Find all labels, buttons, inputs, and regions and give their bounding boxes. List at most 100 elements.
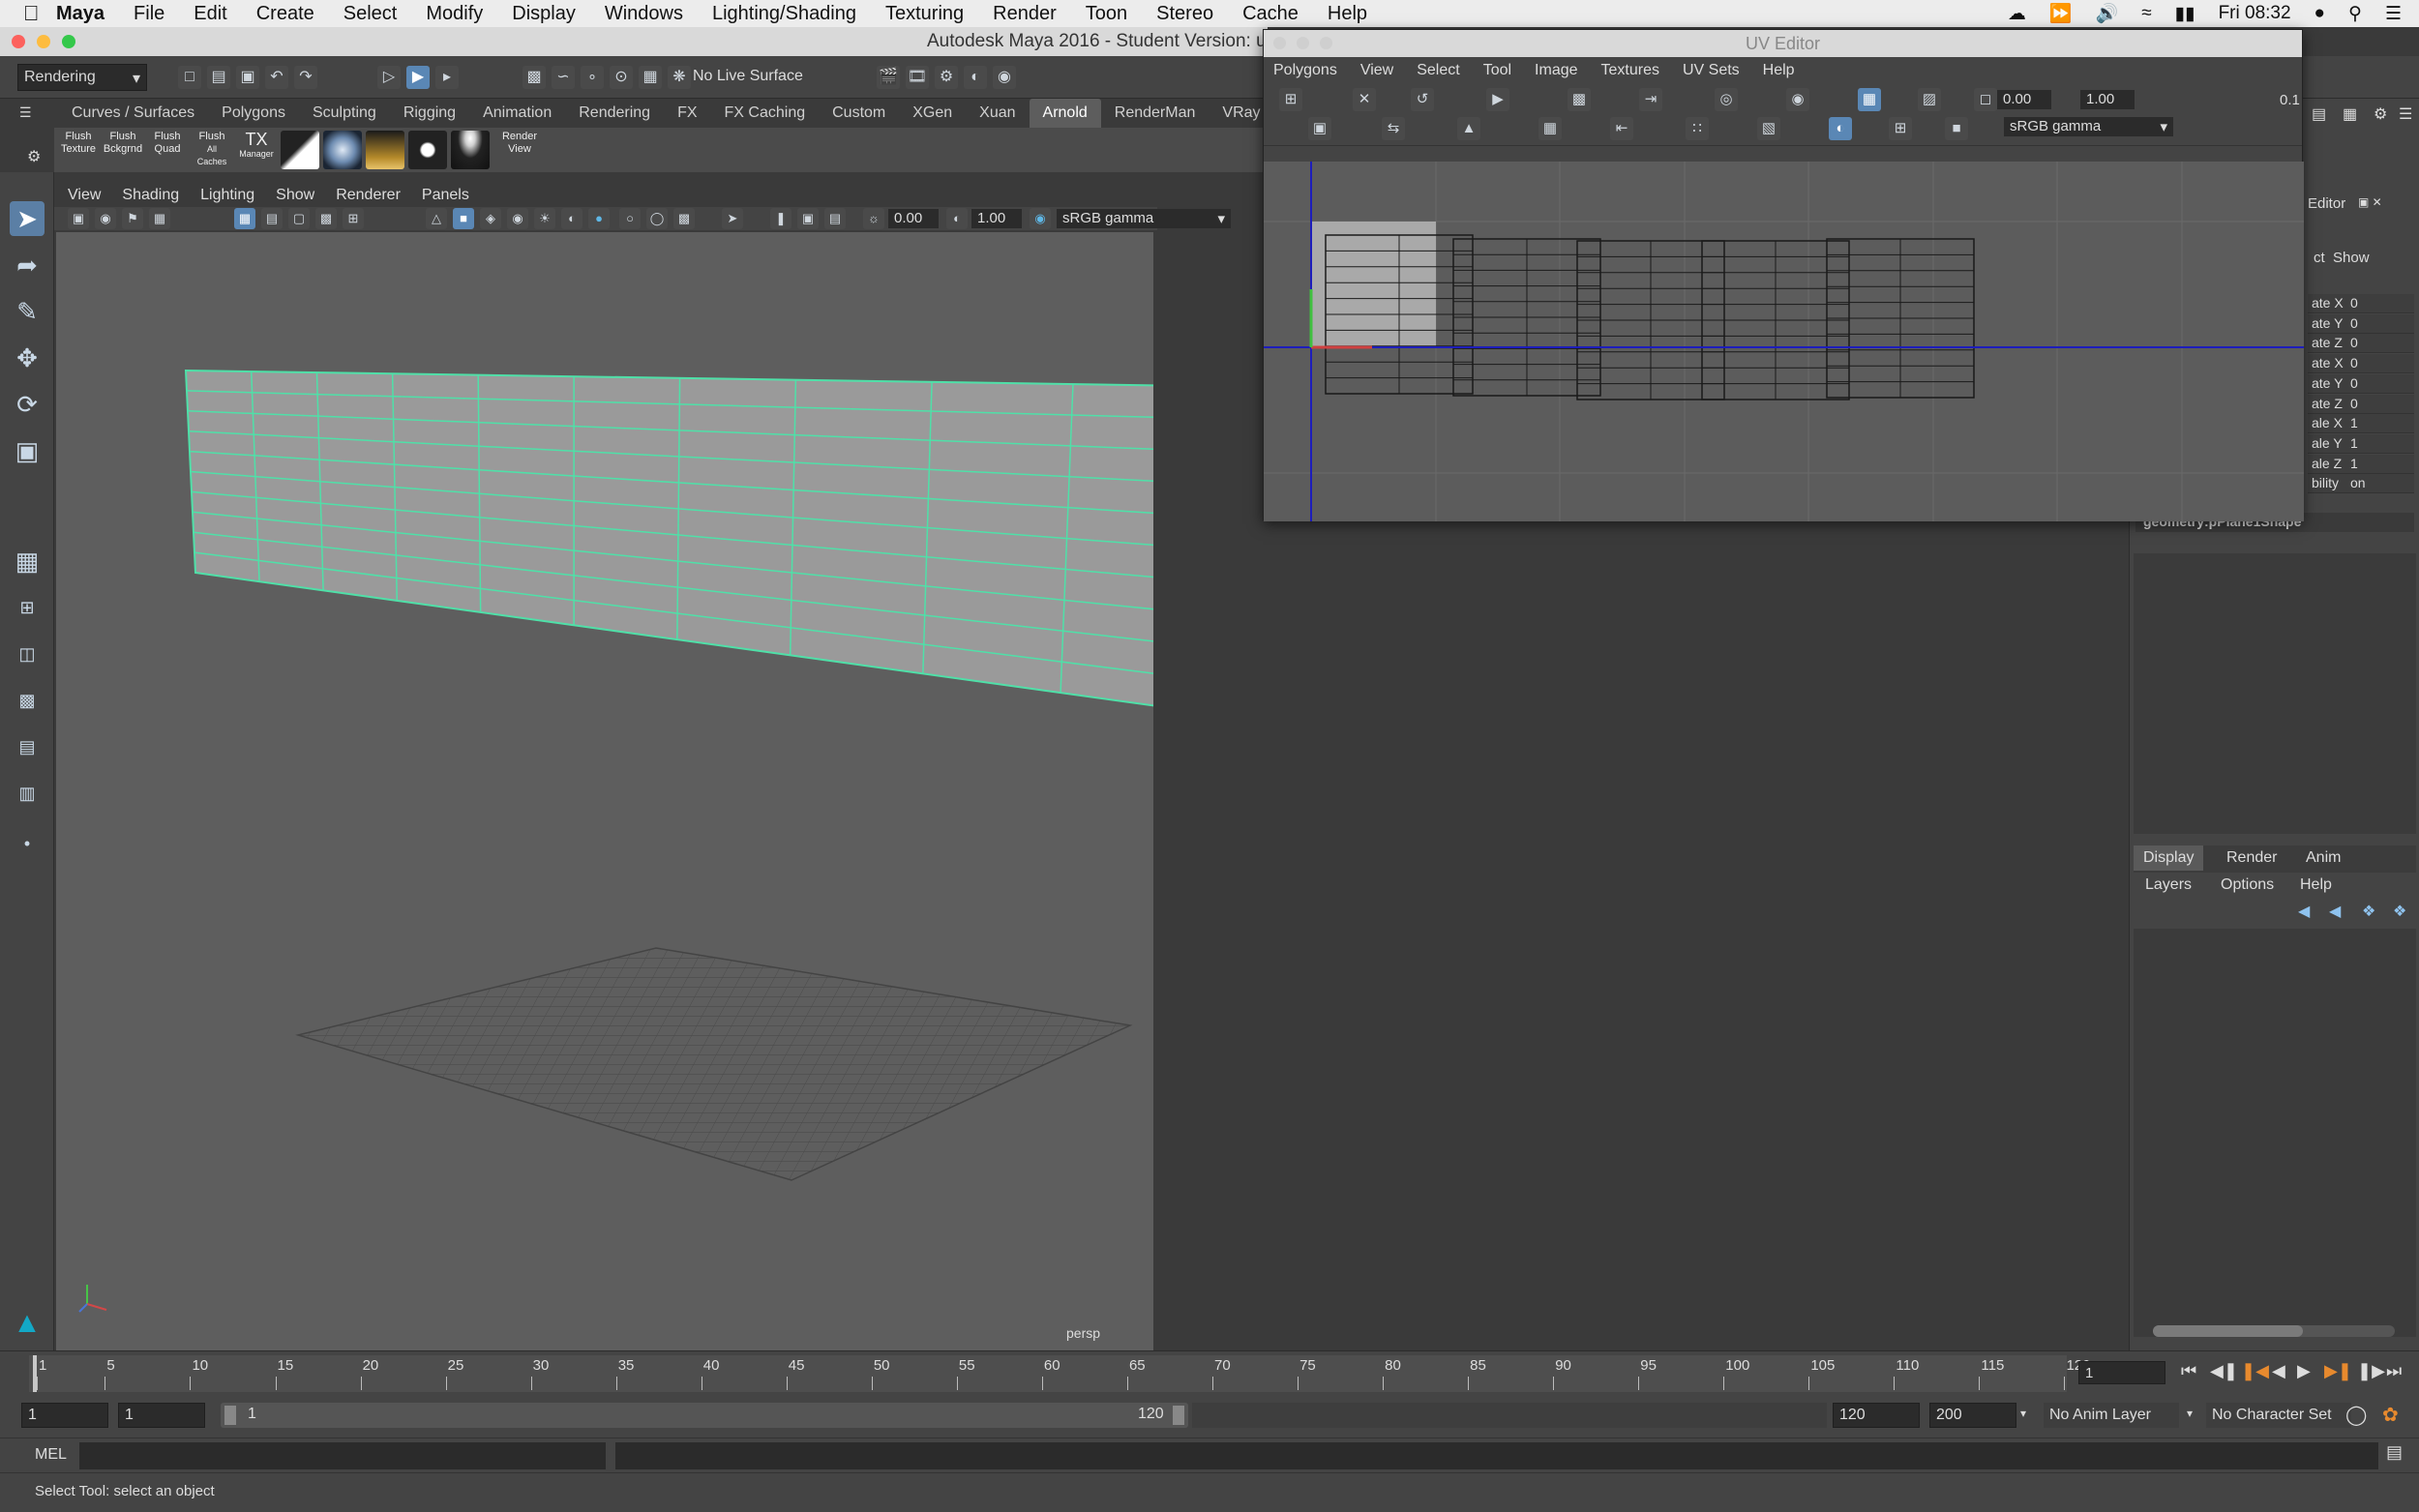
viewport-menu-view[interactable]: View [68, 187, 101, 204]
snap-curve-icon[interactable]: ∽ [552, 66, 575, 89]
uv-exposure-field[interactable]: 0.00 [1997, 90, 2051, 109]
channel-value[interactable]: 1 [2350, 456, 2358, 471]
menu-set-select[interactable]: Rendering ▾ [17, 64, 147, 91]
uv-menu-view[interactable]: View [1360, 62, 1393, 79]
uv-shaded-icon[interactable]: ▨ [1918, 88, 1941, 111]
channel-row[interactable]: ate Y 0 [2308, 373, 2414, 394]
uv-optimize-icon[interactable]: ◎ [1715, 88, 1738, 111]
use-all-lights-icon[interactable]: ☀ [534, 208, 555, 229]
color-management-icon[interactable]: ◉ [1030, 208, 1051, 229]
channel-value[interactable]: 0 [2350, 375, 2358, 391]
single-view-layout-icon[interactable]: ▦ [10, 544, 45, 578]
uv-menu-tool[interactable]: Tool [1483, 62, 1511, 79]
uv-close-button[interactable] [1273, 37, 1286, 49]
uv-menu-textures[interactable]: Textures [1601, 62, 1659, 79]
shelf-physical-sky-icon[interactable] [366, 131, 404, 169]
uv-zoom-button[interactable] [1320, 37, 1332, 49]
uv-align-min-u-icon[interactable]: ⇤ [1610, 117, 1633, 140]
chevron-down-icon[interactable]: ▾ [2020, 1407, 2026, 1420]
go-to-end-icon[interactable]: ⏭ [2386, 1361, 2402, 1381]
shelf-tab-sculpting[interactable]: Sculpting [299, 99, 390, 128]
uv-flip-u-icon[interactable]: ▲ [1457, 117, 1480, 140]
layer-menu-options[interactable]: Options [2221, 876, 2274, 894]
hud-icon[interactable]: ▤ [824, 208, 846, 229]
uv-grid-icon[interactable]: ▩ [1568, 88, 1591, 111]
attribute-editor-toggle-icon[interactable]: ▦ [2343, 104, 2357, 124]
channel-box-menu-show[interactable]: Show [2333, 250, 2370, 266]
select-hierarchy-icon[interactable]: ▷ [377, 66, 401, 89]
snap-point-icon[interactable]: ∘ [581, 66, 604, 89]
select-component-icon[interactable]: ▸ [435, 66, 459, 89]
viewport-menu-panels[interactable]: Panels [422, 187, 469, 204]
xray-joints-icon[interactable]: ◯ [646, 208, 668, 229]
channel-value[interactable]: 0 [2350, 355, 2358, 371]
uv-snap-icon[interactable]: ⊞ [1279, 88, 1302, 111]
command-language-label[interactable]: MEL [35, 1446, 67, 1464]
shelf-tab-rendering[interactable]: Rendering [565, 99, 664, 128]
shelf-tab-renderman[interactable]: RenderMan [1101, 99, 1210, 128]
shelf-mesh-light-icon[interactable] [408, 131, 447, 169]
shelf-photometric-light-icon[interactable] [451, 131, 490, 169]
uv-move-sew-icon[interactable]: ↺ [1411, 88, 1434, 111]
open-scene-icon[interactable]: ▤ [207, 66, 230, 89]
uv-select-shell-icon[interactable]: ▣ [1308, 117, 1331, 140]
persp-outliner-layout-icon[interactable]: ◫ [10, 637, 45, 671]
channel-row[interactable]: ate Y 0 [2308, 313, 2414, 334]
persp-graph-layout-icon[interactable]: ▩ [10, 683, 45, 718]
two-sided-lighting-icon[interactable]: ▣ [797, 208, 819, 229]
uv-view-transform-select[interactable]: sRGB gamma ▾ [2004, 117, 2173, 136]
viewport-menu-renderer[interactable]: Renderer [336, 187, 401, 204]
shelf-tab-xuan[interactable]: Xuan [966, 99, 1029, 128]
uv-flip-v-icon[interactable]: ▶ [1486, 88, 1509, 111]
uv-texture-border-icon[interactable]: ◻ [1974, 88, 1997, 111]
shelf-tab-arnold[interactable]: Arnold [1029, 99, 1101, 128]
modeling-toolkit-icon[interactable]: ☰ [2399, 104, 2412, 124]
shelf-menu-icon[interactable]: ☰ [19, 104, 32, 121]
minimize-window-button[interactable] [37, 35, 50, 48]
lasso-tool-icon[interactable]: ➦ [10, 248, 45, 282]
shelf-tab-polygons[interactable]: Polygons [208, 99, 299, 128]
menu-display[interactable]: Display [512, 3, 576, 25]
cloud-icon[interactable]: ☁ [2008, 3, 2026, 25]
channel-row[interactable]: ale Z 1 [2308, 454, 2414, 474]
smooth-shade-icon[interactable]: ■ [453, 208, 474, 229]
make-live-icon[interactable]: ❋ [668, 66, 691, 89]
uv-gamma-field[interactable]: 1.00 [2080, 90, 2135, 109]
shelf-tx-manager[interactable]: TX Manager [236, 131, 277, 169]
menu-select[interactable]: Select [343, 3, 398, 25]
apple-icon[interactable]:  [23, 1, 56, 26]
channel-box-menu-fragment[interactable]: ct [2314, 250, 2325, 266]
snap-view-plane-icon[interactable]: ▦ [639, 66, 662, 89]
ipr-render-icon[interactable]: 🎞 [906, 66, 929, 89]
new-layer-from-selected-icon[interactable]: ❖ [2393, 902, 2406, 921]
render-current-frame-icon[interactable]: 🎬 [877, 66, 900, 89]
animation-preferences-icon[interactable]: ✿ [2382, 1403, 2399, 1427]
list-icon[interactable]: ☰ [2385, 3, 2402, 25]
uv-extra-field[interactable]: 0.1 [2280, 92, 2300, 108]
go-to-start-icon[interactable]: ⏮ [2181, 1361, 2196, 1381]
step-back-key-icon[interactable]: ❚◀ [2241, 1361, 2269, 1381]
xray-icon[interactable]: ○ [619, 208, 641, 229]
channel-value[interactable]: 0 [2350, 315, 2358, 331]
uv-texture-view[interactable] [1264, 162, 2304, 521]
shelf-tab-xgen[interactable]: XGen [899, 99, 966, 128]
channel-row[interactable]: ate X 0 [2308, 354, 2414, 374]
bookmark-icon[interactable]: ⚑ [122, 208, 143, 229]
anim-layer-select[interactable]: No Anim Layer [2044, 1403, 2179, 1428]
gamma-icon[interactable]: ◐ [946, 208, 968, 229]
camera-attributes-icon[interactable]: ◉ [95, 208, 116, 229]
menu-create[interactable]: Create [256, 3, 314, 25]
menu-app[interactable]: Maya [56, 3, 105, 25]
uv-menu-uv-sets[interactable]: UV Sets [1683, 62, 1740, 79]
view-transform-select[interactable]: sRGB gamma ▾ [1057, 209, 1231, 228]
chevron-down-icon[interactable]: ▾ [2187, 1407, 2193, 1420]
shelf-area-light-icon[interactable] [281, 131, 319, 169]
shelf-flush-texture[interactable]: Flush Texture [58, 131, 99, 169]
outliner-layout-icon[interactable]: ▤ [10, 729, 45, 764]
shelf-render-view[interactable]: Render View [495, 131, 544, 169]
battery-icon[interactable]: ▮▮ [2175, 3, 2195, 25]
step-forward-frame-icon[interactable]: ❚▶ [2357, 1361, 2385, 1381]
channel-value[interactable]: on [2350, 475, 2366, 490]
range-start-handle[interactable] [224, 1406, 236, 1425]
select-object-icon[interactable]: ▶ [406, 66, 430, 89]
